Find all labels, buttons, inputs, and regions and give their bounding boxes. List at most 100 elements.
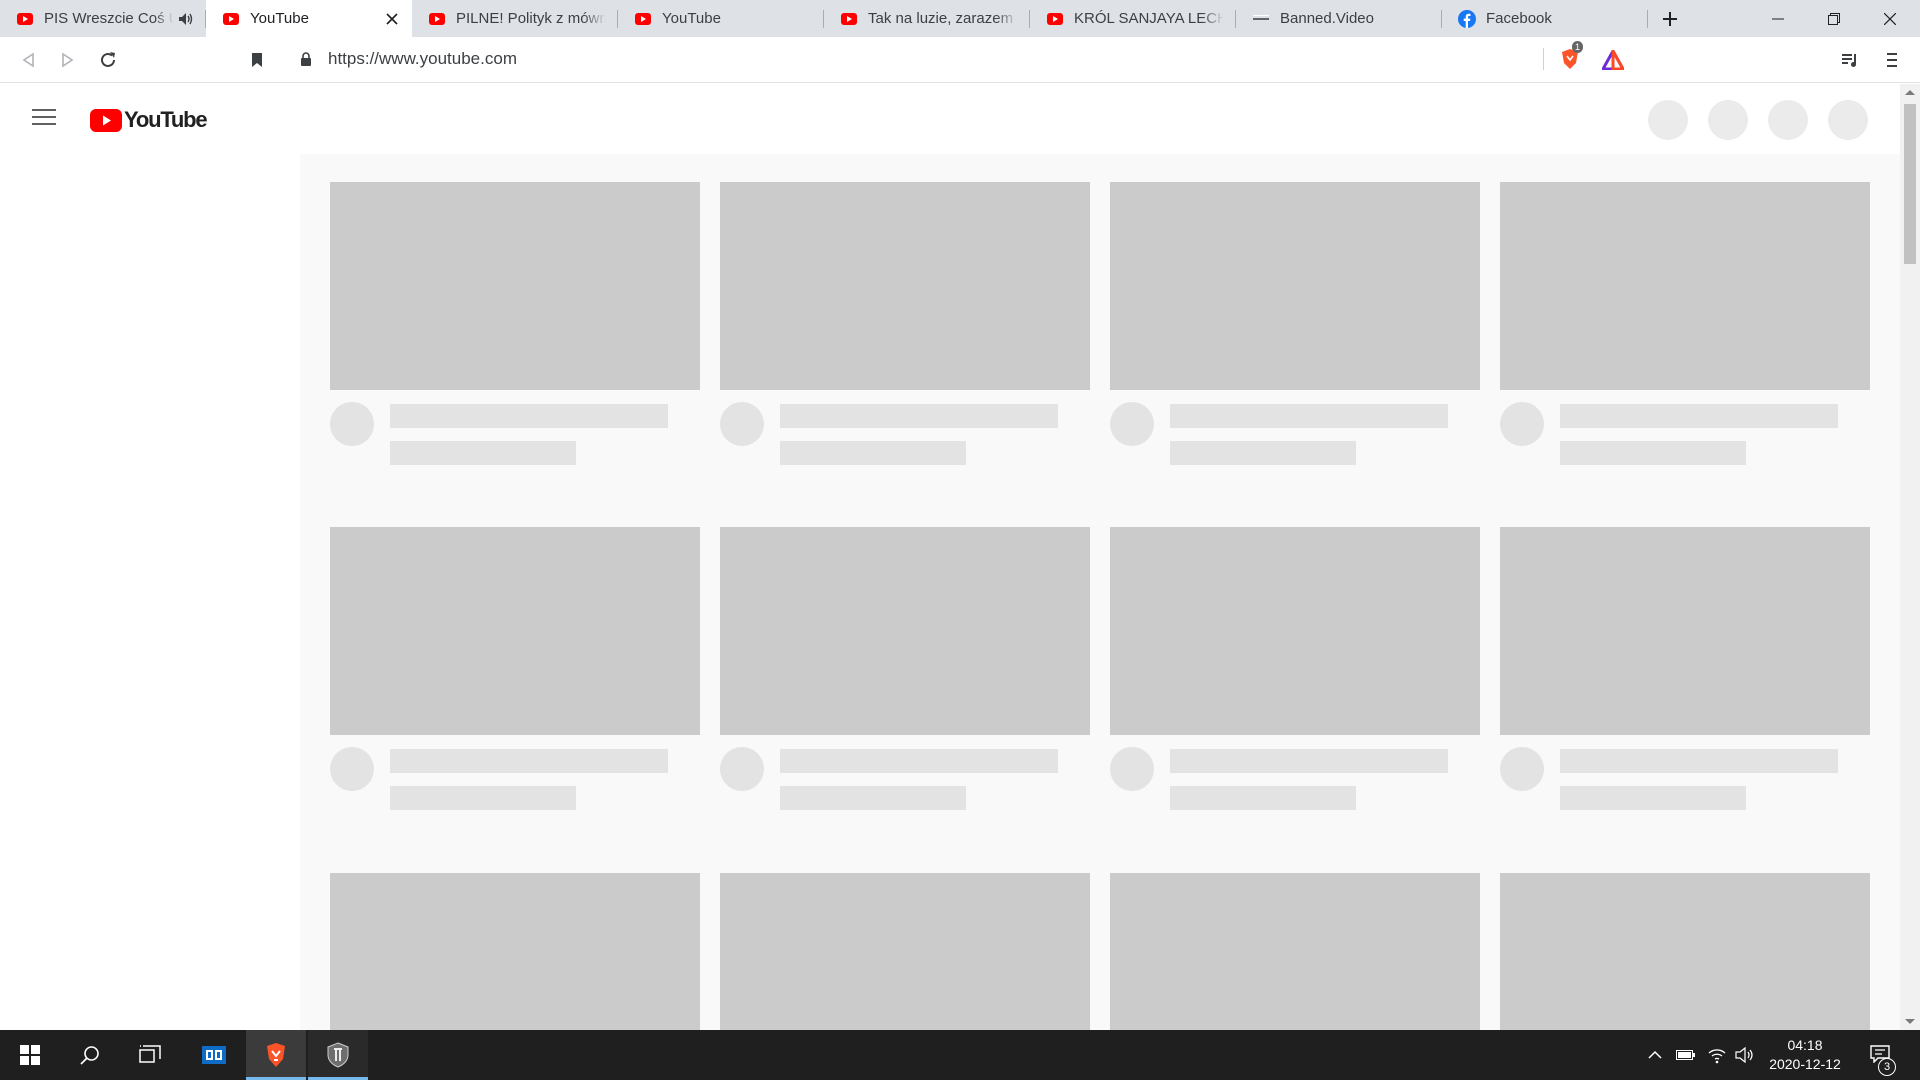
video-card-skeleton[interactable] bbox=[330, 182, 700, 465]
speaker-icon[interactable] bbox=[178, 11, 194, 27]
reload-button[interactable] bbox=[96, 48, 120, 72]
shields-count-badge: 1 bbox=[1572, 41, 1584, 53]
channel-avatar-placeholder bbox=[330, 747, 374, 791]
tab-title: Facebook bbox=[1486, 10, 1552, 27]
video-card-skeleton[interactable] bbox=[330, 527, 700, 810]
channel-avatar-placeholder bbox=[1500, 402, 1544, 446]
title-placeholder bbox=[1560, 749, 1838, 773]
video-card-skeleton[interactable] bbox=[720, 182, 1090, 465]
meta-placeholder bbox=[1170, 786, 1356, 810]
start-button[interactable] bbox=[0, 1030, 60, 1080]
video-card-skeleton[interactable] bbox=[330, 873, 700, 1030]
browser-tab[interactable]: KRÓL SANJAYA LECHJI O bbox=[1030, 0, 1236, 37]
thumbnail-placeholder bbox=[1110, 527, 1480, 735]
task-view-icon bbox=[139, 1045, 161, 1063]
volume-icon[interactable] bbox=[1735, 1045, 1755, 1065]
youtube-favicon-icon bbox=[222, 10, 240, 28]
youtube-favicon-icon bbox=[1046, 10, 1064, 28]
channel-avatar-placeholder bbox=[1500, 747, 1544, 791]
tab-title: PILNE! Polityk z mównicy bbox=[456, 10, 606, 27]
minimize-button[interactable] bbox=[1750, 0, 1806, 37]
channel-avatar-placeholder bbox=[720, 402, 764, 446]
video-card-skeleton[interactable] bbox=[1110, 182, 1480, 465]
menu-icon bbox=[1887, 53, 1897, 67]
title-placeholder bbox=[1170, 404, 1448, 428]
browser-tab[interactable]: PIS Wreszcie Coś Ugryzło bbox=[0, 0, 206, 37]
masthead-button-placeholder[interactable] bbox=[1768, 100, 1808, 140]
back-button[interactable] bbox=[16, 48, 40, 72]
browser-tab[interactable]: YouTube bbox=[618, 0, 824, 37]
new-tab-button[interactable] bbox=[1648, 0, 1692, 37]
search-button[interactable] bbox=[60, 1030, 120, 1080]
clock-date: 2020-12-12 bbox=[1769, 1056, 1841, 1072]
browser-menu-button[interactable] bbox=[1880, 48, 1904, 72]
title-placeholder bbox=[1170, 749, 1448, 773]
meta-placeholder bbox=[780, 441, 966, 465]
youtube-logo[interactable]: YouTube bbox=[90, 107, 208, 133]
taskbar-clock[interactable]: 04:18 2020-12-12 bbox=[1755, 1036, 1855, 1074]
close-window-button[interactable] bbox=[1862, 0, 1918, 37]
media-playlist-button[interactable] bbox=[1838, 48, 1862, 72]
masthead-button-placeholder[interactable] bbox=[1648, 100, 1688, 140]
thumbnail-placeholder bbox=[1500, 527, 1870, 735]
wifi-icon[interactable] bbox=[1707, 1045, 1727, 1065]
video-card-skeleton[interactable] bbox=[720, 527, 1090, 810]
masthead-button-placeholder[interactable] bbox=[1828, 100, 1868, 140]
meta-placeholder bbox=[1560, 786, 1746, 810]
browser-tab[interactable]: Facebook bbox=[1442, 0, 1648, 37]
video-card-skeleton[interactable] bbox=[1500, 873, 1870, 1030]
guide-menu-button[interactable] bbox=[32, 109, 56, 129]
video-card-skeleton[interactable] bbox=[1110, 527, 1480, 810]
thumbnail-placeholder bbox=[720, 182, 1090, 390]
thumbnail-placeholder bbox=[720, 527, 1090, 735]
brave-shields-button[interactable]: 1 bbox=[1558, 41, 1584, 71]
forward-button[interactable] bbox=[56, 48, 80, 72]
bookmark-icon bbox=[252, 53, 262, 67]
browser-tab[interactable]: Banned.Video bbox=[1236, 0, 1442, 37]
tab-title: PIS Wreszcie Coś Ugryzło bbox=[44, 10, 174, 27]
taskbar-app-button[interactable] bbox=[184, 1030, 244, 1080]
tab-title: YouTube bbox=[662, 10, 721, 27]
thumbnail-placeholder bbox=[330, 527, 700, 735]
video-card-skeleton[interactable] bbox=[720, 873, 1090, 1030]
chevron-up-icon[interactable] bbox=[1645, 1045, 1665, 1065]
bookmark-button[interactable] bbox=[245, 48, 269, 72]
title-placeholder bbox=[780, 749, 1058, 773]
browser-toolbar: https://www.youtube.com 1 bbox=[0, 37, 1920, 83]
lock-icon bbox=[300, 52, 312, 66]
game-taskbar-button[interactable] bbox=[308, 1030, 368, 1080]
channel-avatar-placeholder bbox=[720, 747, 764, 791]
video-card-skeleton[interactable] bbox=[1500, 182, 1870, 465]
brave-taskbar-button[interactable] bbox=[246, 1030, 306, 1080]
video-grid-skeleton bbox=[300, 154, 1900, 1030]
brave-rewards-button[interactable] bbox=[1601, 48, 1625, 72]
tab-title: YouTube bbox=[250, 10, 309, 27]
restore-button[interactable] bbox=[1806, 0, 1862, 37]
masthead-button-placeholder[interactable] bbox=[1708, 100, 1748, 140]
video-card-skeleton[interactable] bbox=[1110, 873, 1480, 1030]
meta-placeholder bbox=[1560, 441, 1746, 465]
youtube-favicon-icon bbox=[840, 10, 858, 28]
tab-title: Tak na luzie, zarazem po bbox=[868, 10, 1018, 27]
close-icon[interactable] bbox=[384, 11, 400, 27]
address-bar[interactable]: https://www.youtube.com bbox=[286, 42, 1634, 76]
minimize-icon bbox=[1772, 18, 1784, 19]
scroll-up-arrow-icon[interactable] bbox=[1905, 90, 1915, 95]
page-scrollbar[interactable] bbox=[1900, 84, 1920, 1030]
task-view-button[interactable] bbox=[120, 1030, 180, 1080]
video-card-skeleton[interactable] bbox=[1500, 527, 1870, 810]
clock-time: 04:18 bbox=[1787, 1037, 1823, 1053]
scroll-down-arrow-icon[interactable] bbox=[1905, 1019, 1915, 1024]
browser-tab[interactable]: Tak na luzie, zarazem po bbox=[824, 0, 1030, 37]
battery-icon[interactable] bbox=[1676, 1045, 1696, 1065]
scrollbar-thumb[interactable] bbox=[1904, 104, 1916, 264]
brave-rewards-icon bbox=[1602, 50, 1624, 70]
hamburger-line bbox=[32, 109, 56, 111]
hamburger-line bbox=[32, 116, 56, 118]
channel-avatar-placeholder bbox=[1110, 402, 1154, 446]
game-shield-icon bbox=[327, 1042, 349, 1068]
browser-tab[interactable]: PILNE! Polityk z mównicy bbox=[412, 0, 618, 37]
thumbnail-placeholder bbox=[720, 873, 1090, 1030]
restore-icon bbox=[1828, 12, 1840, 25]
browser-tab-active[interactable]: YouTube bbox=[206, 0, 412, 37]
